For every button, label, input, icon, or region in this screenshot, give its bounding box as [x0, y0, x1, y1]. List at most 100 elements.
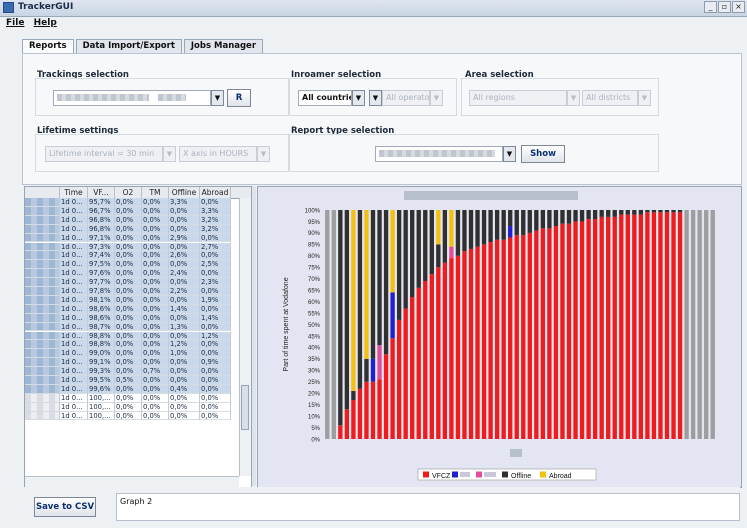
column-header-offline[interactable]: Offline [169, 187, 200, 198]
table-row[interactable]: 1d 0... 98,1% 0,0% 0,0% 0,0% 1,9% [25, 295, 239, 305]
bar-segment-offline [410, 210, 415, 298]
table-row[interactable]: 1d 0... 100,... 0,0% 0,0% 0,0% 0,0% [25, 393, 239, 403]
graph-description-field[interactable]: Graph 2 [116, 493, 740, 521]
tab-data-import-export[interactable]: Data Import/Export [75, 39, 182, 53]
chevron-down-icon[interactable]: ▼ [567, 90, 580, 106]
column-header-time[interactable]: Time [60, 187, 88, 198]
chevron-down-icon[interactable]: ▼ [211, 90, 224, 106]
column-header-id[interactable] [25, 187, 60, 198]
chart-title-redacted [404, 191, 578, 200]
table-cell: 1d 0... [60, 251, 88, 261]
lifetime-interval-combo[interactable]: Lifetime interval = 30 min [45, 146, 163, 162]
bar-segment-vfcz [423, 280, 428, 439]
menu-file[interactable]: File [6, 18, 24, 28]
column-header-abroad[interactable]: Abroad [200, 187, 231, 198]
row-id-redacted [25, 393, 60, 403]
x-axis-scale-combo[interactable]: X axis in HOURS [179, 146, 257, 162]
menu-help[interactable]: Help [34, 18, 57, 28]
table-row[interactable]: 1d 0... 98,6% 0,0% 0,0% 0,0% 1,4% [25, 313, 239, 323]
column-header-o2[interactable]: O2 [115, 187, 142, 198]
table-row[interactable]: 1d 0... 96,8% 0,0% 0,0% 0,0% 3,2% [25, 215, 239, 225]
bar-segment-n-a [710, 210, 715, 439]
chevron-down-icon[interactable]: ▼ [503, 146, 516, 162]
table-cell: 1,3% [169, 322, 200, 332]
column-header-vf[interactable]: VF... [88, 187, 115, 198]
save-to-csv-button[interactable]: Save to CSV [34, 497, 96, 517]
results-table[interactable]: Time VF... O2 TM Offline Abroad 1d 0... 9… [24, 186, 252, 488]
tab-bar: Reports Data Import/Export Jobs Manager [22, 39, 265, 54]
table-row[interactable]: 1d 0... 96,7% 0,0% 0,0% 0,0% 3,3% [25, 206, 239, 216]
table-row[interactable]: 1d 0... 97,1% 0,0% 0,0% 2,9% 0,0% [25, 233, 239, 243]
scroll-thumb[interactable] [241, 385, 249, 430]
table-cell: 100,... [88, 402, 115, 412]
show-button[interactable]: Show [521, 145, 565, 163]
table-row[interactable]: 1d 0... 97,3% 0,0% 0,0% 0,0% 2,7% [25, 242, 239, 252]
bar-segment-vfcz [370, 381, 376, 439]
bar-segment-o2 [390, 292, 395, 339]
bar-segment-n-a [690, 210, 696, 439]
table-row[interactable]: 1d 0... 97,8% 0,0% 0,0% 2,2% 0,0% [25, 287, 239, 296]
bar-segment-offline [645, 210, 650, 213]
minimize-button[interactable]: _ [704, 1, 717, 13]
districts-combo[interactable]: All districts [582, 90, 638, 106]
split-pane-divider[interactable] [252, 186, 256, 486]
bar-segment-vfcz [488, 242, 493, 439]
operators-combo[interactable]: All operators [382, 90, 430, 106]
tab-reports[interactable]: Reports [22, 39, 74, 54]
table-row[interactable]: 1d 0... 99,3% 0,0% 0,7% 0,0% 0,0% [25, 367, 239, 376]
vertical-scrollbar[interactable] [239, 198, 251, 476]
bar-segment-vfcz [632, 214, 637, 439]
table-cell: 0,0% [115, 269, 142, 279]
bar-segment-vfcz [612, 216, 617, 439]
table-row[interactable]: 1d 0... 97,4% 0,0% 0,0% 2,6% 0,0% [25, 251, 239, 261]
table-row[interactable]: 1d 0... 98,7% 0,0% 0,0% 1,3% 0,0% [25, 322, 239, 332]
chart-panel: Part of time spent at Vodafone 0% 5% 10% 15… [257, 186, 742, 488]
table-cell: 0,0% [142, 198, 169, 207]
bar-segment-offline [442, 210, 448, 263]
regions-combo[interactable]: All regions [469, 90, 567, 106]
chevron-down-icon[interactable]: ▼ [638, 90, 651, 106]
chevron-down-icon[interactable]: ▼ [352, 90, 365, 106]
table-cell: 98,6% [88, 313, 115, 323]
table-row[interactable]: 1d 0... 97,5% 0,0% 0,0% 0,0% 2,5% [25, 260, 239, 270]
report-type-combo[interactable] [375, 146, 503, 162]
table-cell: 2,9% [169, 233, 200, 243]
table-cell: 0,0% [142, 340, 169, 350]
table-row[interactable]: 1d 0... 97,6% 0,0% 0,0% 2,4% 0,0% [25, 269, 239, 279]
table-row[interactable]: 1d 0... 99,5% 0,5% 0,0% 0,0% 0,0% [25, 376, 239, 385]
bar-segment-vfcz [573, 221, 578, 439]
table-cell: 0,0% [200, 322, 231, 332]
horizontal-scrollbar[interactable] [25, 476, 239, 487]
title-bar[interactable]: TrackerGUI _ ▫ × [0, 0, 747, 17]
table-row[interactable]: 1d 0... 100,... 0,0% 0,0% 0,0% 0,0% [25, 402, 239, 412]
country-combo[interactable]: All countries [298, 90, 352, 106]
chevron-down-icon[interactable]: ▼ [369, 90, 382, 106]
table-row[interactable]: 1d 0... 96,8% 0,0% 0,0% 0,0% 3,2% [25, 224, 239, 234]
refresh-button[interactable]: R [227, 89, 251, 107]
table-row[interactable]: 1d 0... 99,6% 0,0% 0,0% 0,4% 0,0% [25, 384, 239, 394]
row-id-redacted [25, 384, 60, 394]
maximize-button[interactable]: ▫ [718, 1, 731, 13]
y-tick-label: 100% [305, 208, 321, 214]
tab-jobs-manager[interactable]: Jobs Manager [183, 39, 264, 53]
y-tick-label: 45% [308, 334, 321, 340]
chevron-down-icon[interactable]: ▼ [430, 90, 443, 106]
table-row[interactable]: 1d 0... 98,8% 0,0% 0,0% 1,2% 0,0% [25, 340, 239, 350]
table-row[interactable]: 1d 0... 99,0% 0,0% 0,0% 1,0% 0,0% [25, 349, 239, 359]
bar-segment-offline [599, 210, 604, 217]
close-button[interactable]: × [732, 1, 745, 13]
table-row[interactable]: 1d 0... 97,7% 0,0% 0,0% 0,0% 2,3% [25, 278, 239, 287]
table-row[interactable]: 1d 0... 99,1% 0,0% 0,0% 0,0% 0,9% [25, 358, 239, 368]
chevron-down-icon[interactable]: ▼ [163, 146, 176, 162]
legend-swatch-vfcz [423, 471, 429, 478]
bar-segment-offline [632, 210, 637, 215]
table-row[interactable]: 1d 0... 98,6% 0,0% 0,0% 1,4% 0,0% [25, 304, 239, 314]
chevron-down-icon[interactable]: ▼ [257, 146, 270, 162]
trackings-combo[interactable] [53, 90, 211, 106]
table-row[interactable]: 1d 0... 100,... 0,0% 0,0% 0,0% 0,0% [25, 411, 239, 421]
column-header-tm[interactable]: TM [142, 187, 169, 198]
table-cell: 0,0% [200, 233, 231, 243]
table-row[interactable]: 1d 0... 98,8% 0,0% 0,0% 0,0% 1,2% [25, 331, 239, 341]
table-row[interactable]: 1d 0... 95,7% 0,0% 0,0% 3,3% 0,0% [25, 198, 239, 207]
table-cell: 1d 0... [60, 269, 88, 279]
